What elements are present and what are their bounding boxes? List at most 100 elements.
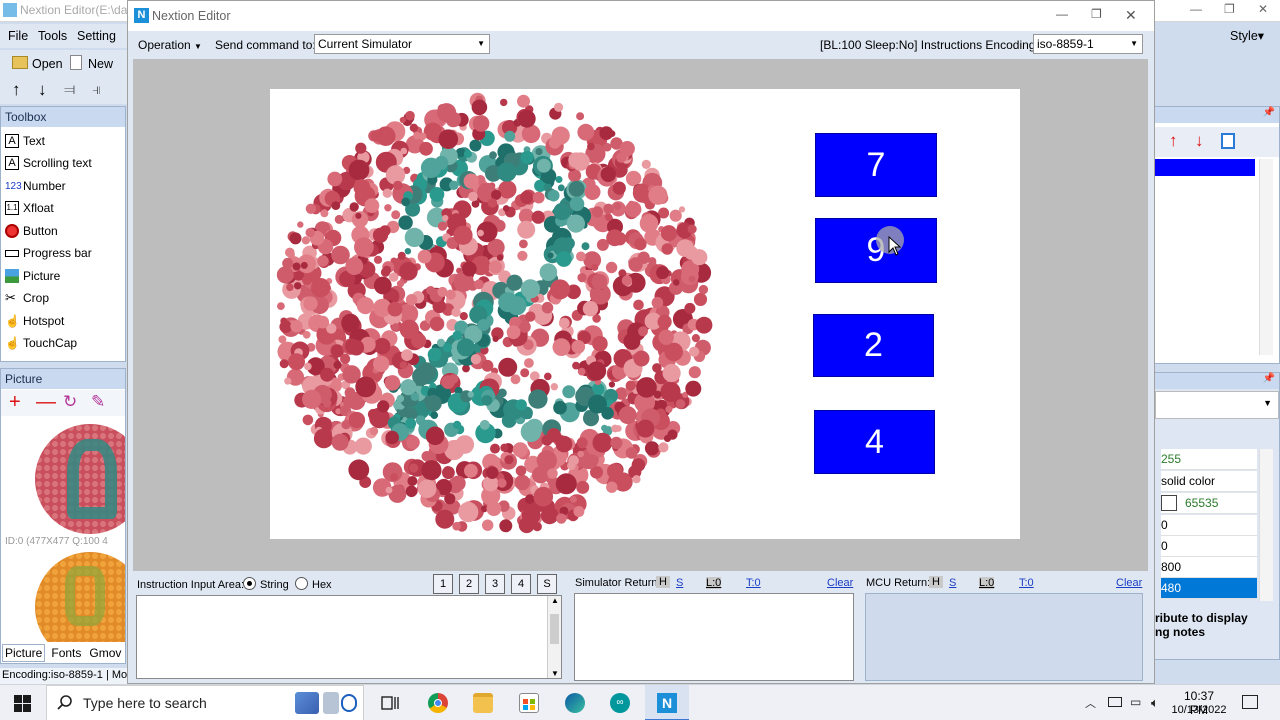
battery-icon[interactable] — [1108, 697, 1122, 707]
mcu-return-clear[interactable]: Clear — [1116, 577, 1142, 589]
encoding-select[interactable]: iso-8859-1 ▼ — [1033, 34, 1143, 54]
radio-string[interactable] — [243, 577, 256, 590]
arduino-icon[interactable]: ∞ — [610, 693, 630, 713]
toolbox-number[interactable]: 123 Number — [5, 175, 66, 197]
mcu-return-output[interactable] — [865, 593, 1143, 681]
dialog-minimize-icon[interactable]: — — [1056, 7, 1068, 21]
page-button-4[interactable]: 4 — [511, 574, 531, 594]
attr-value-3[interactable]: 65535 — [1161, 493, 1257, 514]
maximize-icon[interactable]: ❐ — [1224, 2, 1235, 16]
attr-value-4[interactable]: 0 — [1161, 515, 1257, 536]
attr-value-6[interactable]: 800 — [1161, 557, 1257, 578]
edge-icon[interactable] — [565, 693, 585, 713]
menu-tools[interactable]: Tools — [38, 29, 67, 43]
mcu-return-l[interactable]: L:0 — [979, 577, 995, 589]
volume-icon[interactable]: 🔈︎ — [1151, 695, 1159, 711]
align-left-icon[interactable]: ⫤ — [64, 81, 75, 98]
remove-icon[interactable]: — — [36, 390, 56, 414]
nextion-taskbar-button[interactable]: N — [645, 685, 689, 720]
page-button-3[interactable]: 3 — [485, 574, 505, 594]
toolbox-touchcap[interactable]: ☝ TouchCap — [5, 332, 77, 354]
move-down-icon[interactable]: ↓ — [1195, 131, 1204, 151]
style-menu[interactable]: Style▾ — [1230, 28, 1264, 43]
pin-icon[interactable]: 📌 — [1263, 107, 1275, 118]
toolbox-scrolling-text[interactable]: A Scrolling text — [5, 152, 92, 174]
page-button-s[interactable]: S — [537, 574, 557, 594]
scroll-thumb[interactable] — [550, 614, 559, 644]
dialog-maximize-icon[interactable]: ❐ — [1091, 7, 1102, 21]
windows-start-icon[interactable] — [14, 695, 31, 712]
mcu-return-s[interactable]: S — [949, 577, 956, 589]
new-button[interactable]: New — [88, 57, 113, 71]
scroll-up-icon[interactable]: ▲ — [551, 596, 559, 605]
selected-page-row[interactable] — [1155, 159, 1255, 176]
plate-dot — [304, 362, 312, 371]
tab-gmov[interactable]: Gmov — [87, 645, 123, 661]
answer-button-2[interactable]: 9 — [815, 218, 937, 283]
operation-menu[interactable]: Operation ▼ — [138, 38, 202, 52]
page-button-2[interactable]: 2 — [459, 574, 479, 594]
mcu-return-t[interactable]: T:0 — [1019, 577, 1034, 589]
toolbox-text[interactable]: A Text — [5, 130, 45, 152]
taskbar-search[interactable]: Type here to search — [46, 685, 364, 720]
arrow-up-icon[interactable]: ↑ — [12, 80, 21, 100]
answer-button-1[interactable]: 7 — [815, 133, 937, 197]
network-icon[interactable]: ▭ — [1130, 695, 1141, 709]
edit-icon[interactable]: ✎ — [91, 392, 105, 412]
attribute-component-select[interactable]: ▼ — [1155, 391, 1279, 419]
toolbox-progress-bar[interactable]: Progress bar — [5, 242, 92, 264]
attr-value-1[interactable]: 255 — [1161, 449, 1257, 470]
page-button-1[interactable]: 1 — [433, 574, 453, 594]
tab-fonts[interactable]: Fonts — [49, 645, 83, 661]
tray-chevron-icon[interactable]: ︿ — [1085, 695, 1096, 711]
toolbox-hotspot[interactable]: ☝ Hotspot — [5, 310, 64, 332]
task-view-icon[interactable] — [381, 694, 399, 712]
dialog-close-icon[interactable]: ✕ — [1125, 7, 1137, 24]
clock-date[interactable]: 10/13/2022 — [1170, 704, 1228, 716]
send-command-select[interactable]: Current Simulator ▼ — [314, 34, 490, 54]
copy-page-icon[interactable] — [1221, 133, 1235, 149]
move-up-icon[interactable]: ↑ — [1169, 131, 1178, 151]
color-swatch[interactable] — [1161, 495, 1177, 511]
add-icon[interactable]: + — [9, 390, 21, 414]
microsoft-store-icon[interactable] — [519, 693, 539, 713]
simulator-return-l[interactable]: L:0 — [706, 577, 722, 589]
toolbox-xfloat[interactable]: 1.1 Xfloat — [5, 197, 54, 219]
menu-file[interactable]: File — [8, 29, 28, 43]
minimize-icon[interactable]: — — [1190, 2, 1202, 16]
attr-value-2[interactable]: solid color — [1161, 471, 1257, 492]
instruction-textarea[interactable]: ▲ ▼ — [136, 595, 562, 679]
open-button[interactable]: Open — [32, 57, 63, 71]
chrome-icon[interactable] — [428, 693, 448, 713]
attribute-scrollbar[interactable] — [1259, 449, 1273, 601]
arrow-down-icon[interactable]: ↓ — [38, 80, 47, 100]
simulator-return-clear[interactable]: Clear — [827, 577, 853, 589]
simulator-screen[interactable]: 7 9 2 4 — [270, 89, 1020, 539]
simulator-return-h[interactable]: H — [656, 576, 670, 588]
simulator-return-s[interactable]: S — [676, 577, 683, 589]
toolbox-button[interactable]: Button — [5, 220, 58, 242]
close-icon[interactable]: ✕ — [1258, 2, 1268, 16]
mcu-return-h[interactable]: H — [929, 576, 943, 588]
toolbox-picture[interactable]: Picture — [5, 265, 60, 287]
simulator-return-t[interactable]: T:0 — [746, 577, 761, 589]
notifications-icon[interactable] — [1242, 695, 1258, 709]
file-explorer-icon[interactable] — [473, 693, 493, 713]
toolbox-crop[interactable]: ✂ Crop — [5, 287, 49, 309]
pin-icon-attr[interactable]: 📌 — [1263, 373, 1275, 384]
menu-setting[interactable]: Setting — [77, 29, 116, 43]
answer-button-3[interactable]: 2 — [813, 314, 934, 377]
picture-thumb-1[interactable] — [5, 419, 125, 537]
scroll-down-icon[interactable]: ▼ — [551, 669, 559, 678]
attr-value-5[interactable]: 0 — [1161, 536, 1257, 557]
tab-picture[interactable]: Picture — [2, 644, 46, 662]
radio-hex[interactable] — [295, 577, 308, 590]
attr-value-7[interactable]: 480 — [1161, 578, 1257, 599]
picture-thumb-2[interactable] — [5, 552, 125, 642]
page-panel-scrollbar[interactable] — [1259, 159, 1273, 355]
align-right-icon[interactable]: ⫣ — [92, 81, 101, 98]
simulator-return-output[interactable] — [574, 593, 854, 681]
instruction-scrollbar[interactable]: ▲ ▼ — [547, 596, 561, 678]
refresh-icon[interactable]: ↻ — [63, 392, 77, 412]
answer-button-4[interactable]: 4 — [814, 410, 935, 474]
